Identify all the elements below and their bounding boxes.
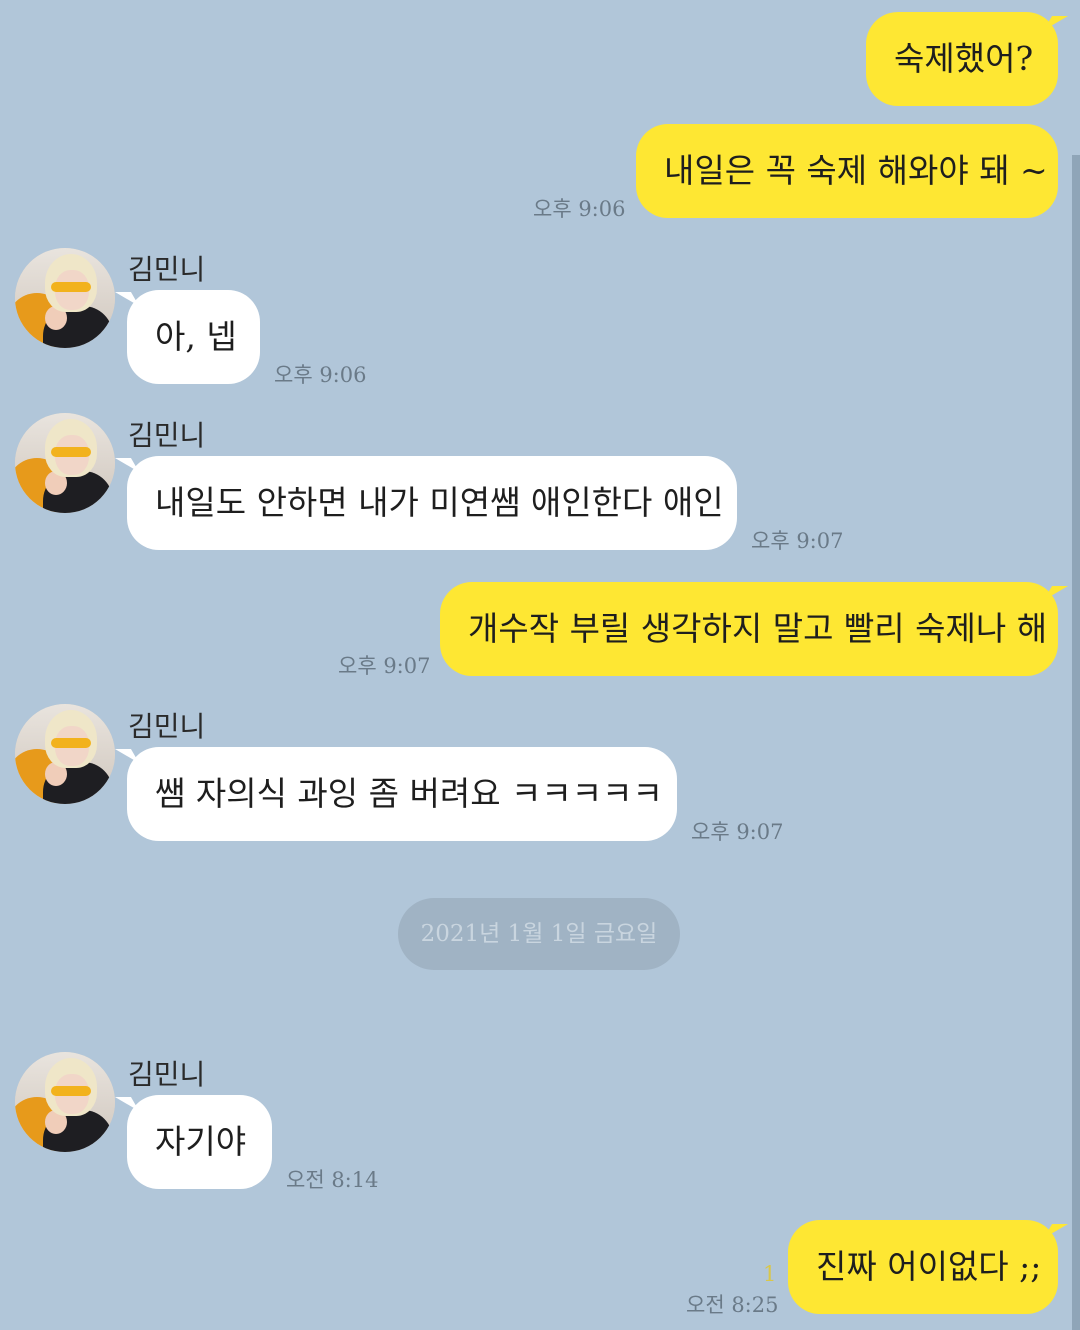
- message-bubble-sent[interactable]: 숙제했어?: [866, 12, 1058, 106]
- chat-room: 숙제했어? 내일은 꼭 숙제 해와야 돼 ~ 오후 9:06 김민니 아, 넵 …: [0, 0, 1080, 1330]
- bubble-tail: [1043, 586, 1069, 600]
- avatar-icon[interactable]: [15, 413, 115, 513]
- message-bubble-received[interactable]: 내일도 안하면 내가 미연쌤 애인한다 애인: [127, 456, 737, 550]
- bubble-tail: [1043, 16, 1069, 30]
- message-time: 오전 8:25: [686, 1293, 779, 1317]
- avatar-icon[interactable]: [15, 704, 115, 804]
- message-time: 오후 9:06: [533, 197, 626, 221]
- message-time: 오후 9:06: [274, 363, 367, 387]
- message-time: 오후 9:07: [338, 654, 431, 678]
- message-bubble-received[interactable]: 쌤 자의식 과잉 좀 버려요 ㅋㅋㅋㅋㅋ: [127, 747, 677, 841]
- date-divider: 2021년 1월 1일 금요일: [398, 898, 680, 970]
- message-bubble-received[interactable]: 자기야: [127, 1095, 272, 1189]
- avatar-icon[interactable]: [15, 248, 115, 348]
- message-bubble-received[interactable]: 아, 넵: [127, 290, 260, 384]
- unread-count: 1: [763, 1262, 777, 1286]
- sender-name: 김민니: [128, 1058, 206, 1091]
- sender-name: 김민니: [128, 710, 206, 743]
- message-time: 오전 8:14: [286, 1168, 379, 1192]
- message-bubble-sent[interactable]: 진짜 어이없다 ;;: [788, 1220, 1058, 1314]
- message-time: 오후 9:07: [691, 820, 784, 844]
- message-bubble-sent[interactable]: 내일은 꼭 숙제 해와야 돼 ~: [636, 124, 1058, 218]
- sender-name: 김민니: [128, 419, 206, 452]
- message-bubble-sent[interactable]: 개수작 부릴 생각하지 말고 빨리 숙제나 해: [440, 582, 1058, 676]
- message-time: 오후 9:07: [751, 529, 844, 553]
- bubble-tail: [1043, 1224, 1069, 1238]
- avatar-icon[interactable]: [15, 1052, 115, 1152]
- sender-name: 김민니: [128, 253, 206, 286]
- scrollbar[interactable]: [1072, 155, 1080, 1330]
